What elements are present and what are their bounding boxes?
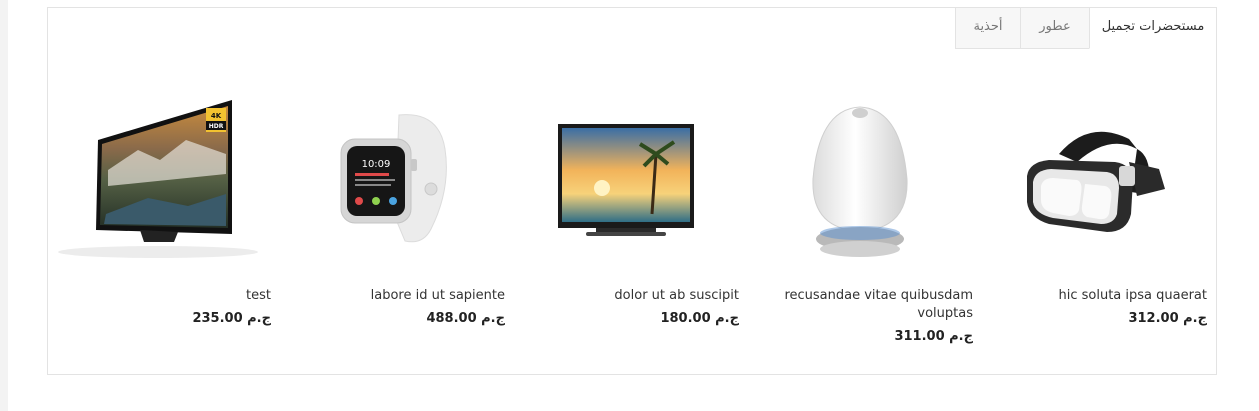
tv-badge-hdr: HDR — [209, 123, 224, 130]
product-name[interactable]: dolor ut ab suscipit — [513, 287, 739, 305]
product-image-smartwatch[interactable]: 10:09 — [279, 84, 505, 274]
monitor-tv-icon — [558, 124, 694, 236]
product-card: 4K HDR test 235.00 ج.م — [45, 84, 271, 326]
tab-shoes[interactable]: أحذية — [955, 8, 1020, 49]
page-left-edge — [0, 0, 8, 411]
product-image-vr-headset[interactable] — [981, 84, 1207, 274]
category-tabs: مستحضرات تجميل عطور أحذية — [955, 8, 1216, 49]
product-name[interactable]: test — [45, 287, 271, 305]
product-name[interactable]: hic soluta ipsa quaerat — [981, 287, 1207, 305]
4k-tv-icon: 4K HDR — [58, 100, 258, 258]
product-name[interactable]: recusandae vitae quibusdam voluptas — [747, 287, 973, 323]
product-image-monitor[interactable] — [513, 84, 739, 274]
product-image-speaker[interactable] — [747, 84, 973, 274]
product-price: 235.00 ج.م — [192, 311, 271, 326]
tab-cosmetics[interactable]: مستحضرات تجميل — [1089, 8, 1216, 49]
smart-speaker-icon — [812, 106, 908, 257]
product-image-4k-tv[interactable]: 4K HDR — [45, 84, 271, 274]
vr-headset-icon — [1027, 131, 1165, 232]
product-tabs-panel: مستحضرات تجميل عطور أحذية hic soluta ips… — [47, 7, 1217, 375]
tab-perfumes[interactable]: عطور — [1020, 8, 1089, 49]
smartwatch-icon: 10:09 — [340, 114, 447, 243]
watch-time-label: 10:09 — [362, 159, 391, 170]
product-price: 311.00 ج.م — [894, 329, 973, 344]
product-card: recusandae vitae quibusdam voluptas 311.… — [747, 84, 973, 344]
product-price: 180.00 ج.م — [660, 311, 739, 326]
product-name[interactable]: labore id ut sapiente — [279, 287, 505, 305]
product-card: dolor ut ab suscipit 180.00 ج.م — [513, 84, 739, 326]
tv-badge-4k: 4K — [211, 112, 222, 120]
product-price: 488.00 ج.م — [426, 311, 505, 326]
product-price: 312.00 ج.م — [1128, 311, 1207, 326]
product-card: hic soluta ipsa quaerat 312.00 ج.م — [981, 84, 1207, 326]
product-card: 10:09 labore id ut sapiente 488.00 ج.م — [279, 84, 505, 326]
